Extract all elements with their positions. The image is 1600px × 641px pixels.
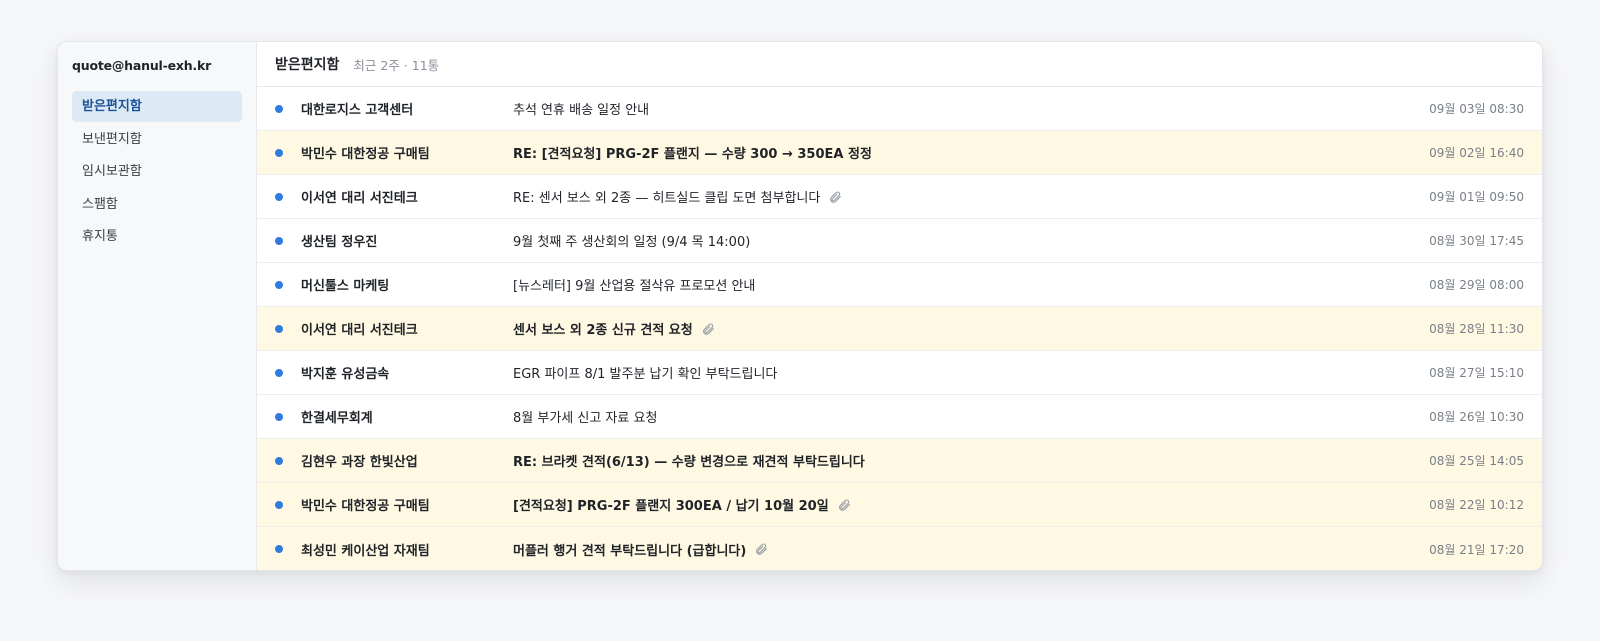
message-date: 09월 02일 16:40 [1429, 146, 1524, 160]
message-subject-text: RE: 브라켓 견적(6/13) — 수량 변경으로 재견적 부탁드립니다 [513, 455, 865, 470]
paperclip-icon [828, 190, 842, 204]
unread-dot-icon [275, 368, 283, 377]
message-subject: 8월 부가세 신고 자료 요청 [513, 407, 1404, 426]
message-date: 09월 01일 09:50 [1429, 190, 1524, 204]
message-subject: EGR 파이프 8/1 발주분 납기 확인 부탁드립니다 [513, 363, 1404, 382]
message-sender: 머신툴스 마케팅 [301, 279, 390, 294]
message-row[interactable]: 박민수 대한정공 구매팀 RE: [견적요청] PRG-2F 플랜지 — 수량 3… [257, 131, 1542, 175]
sidebar-folder-item[interactable]: 휴지통 [72, 221, 242, 252]
message-row[interactable]: 박지훈 유성금속 EGR 파이프 8/1 발주분 납기 확인 부탁드립니다 08월 … [257, 351, 1542, 395]
message-subject: [견적요청] PRG-2F 플랜지 300EA / 납기 10월 20일 [513, 495, 1404, 514]
message-date: 08월 21일 17:20 [1429, 542, 1524, 557]
message-date: 08월 28일 11:30 [1429, 322, 1524, 336]
message-sender: 박지훈 유성금속 [301, 367, 390, 382]
message-sender: 생산팀 정우진 [301, 235, 378, 250]
message-subject-text: EGR 파이프 8/1 발주분 납기 확인 부탁드립니다 [513, 367, 778, 382]
message-subject-text: RE: [견적요청] PRG-2F 플랜지 — 수량 300 → 350EA 정… [513, 147, 872, 162]
message-sender: 김현우 과장 한빛산업 [301, 455, 418, 470]
message-list-pane: 받은편지함 최근 2주 · 11통 대한로지스 고객센터 추석 연휴 배송 일정 … [257, 42, 1542, 570]
message-date: 08월 26일 10:30 [1429, 410, 1524, 424]
message-subject: RE: 센서 보스 외 2종 — 히트실드 클립 도면 첨부합니다 [513, 187, 1404, 206]
message-row[interactable]: 한결세무회계 8월 부가세 신고 자료 요청 08월 26일 10:30 [257, 395, 1542, 439]
message-row[interactable]: 이서연 대리 서진테크 RE: 센서 보스 외 2종 — 히트실드 클립 도면 첨… [257, 175, 1542, 219]
message-sender: 이서연 대리 서진테크 [301, 323, 418, 338]
unread-dot-icon [275, 280, 283, 289]
message-date: 09월 03일 08:30 [1429, 102, 1524, 116]
unread-dot-icon [275, 148, 283, 157]
sidebar-folder-item[interactable]: 스팸함 [72, 189, 242, 220]
unread-dot-icon [275, 236, 283, 245]
message-sender: 박민수 대한정공 구매팀 [301, 147, 430, 162]
paperclip-icon [754, 542, 768, 556]
message-subject-text: 추석 연휴 배송 일정 안내 [513, 103, 650, 118]
message-date: 08월 25일 14:05 [1429, 454, 1524, 468]
message-row[interactable]: 대한로지스 고객센터 추석 연휴 배송 일정 안내 09월 03일 08:30 [257, 87, 1542, 131]
unread-dot-icon [275, 500, 283, 509]
message-row[interactable]: 김현우 과장 한빛산업 RE: 브라켓 견적(6/13) — 수량 변경으로 재견… [257, 439, 1542, 483]
message-subject: 추석 연휴 배송 일정 안내 [513, 99, 1404, 118]
message-subject: 9월 첫째 주 생산회의 일정 (9/4 목 14:00) [513, 231, 1404, 250]
unread-dot-icon [275, 412, 283, 421]
message-subject-text: RE: 센서 보스 외 2종 — 히트실드 클립 도면 첨부합니다 [513, 191, 821, 206]
message-subject: 머플러 행거 견적 부탁드립니다 (급합니다) [513, 540, 1404, 559]
message-subject-text: 8월 부가세 신고 자료 요청 [513, 411, 658, 426]
message-subject-text: [뉴스레터] 9월 산업용 절삭유 프로모션 안내 [513, 279, 756, 294]
message-sender: 최성민 케이산업 자재팀 [301, 543, 430, 559]
message-date: 08월 27일 15:10 [1429, 366, 1524, 380]
unread-dot-icon [275, 192, 283, 201]
mail-window: quote@hanul-exh.kr 받은편지함 보낸편지함 임시보관함 스팸함 휴지통… [57, 41, 1543, 571]
message-sender: 박민수 대한정공 구매팀 [301, 499, 430, 514]
message-row[interactable]: 이서연 대리 서진테크 센서 보스 외 2종 신규 견적 요청 08월 28일 11… [257, 307, 1542, 351]
message-subject: 센서 보스 외 2종 신규 견적 요청 [513, 319, 1404, 338]
sidebar-folder-item[interactable]: 받은편지함 [72, 91, 242, 122]
message-subject-text: 센서 보스 외 2종 신규 견적 요청 [513, 323, 693, 338]
message-subject: RE: [견적요청] PRG-2F 플랜지 — 수량 300 → 350EA 정… [513, 143, 1404, 162]
message-row[interactable]: 박민수 대한정공 구매팀 [견적요청] PRG-2F 플랜지 300EA / 납기… [257, 483, 1542, 527]
sidebar: quote@hanul-exh.kr 받은편지함 보낸편지함 임시보관함 스팸함 휴지통 [58, 42, 257, 570]
folder-summary: 최근 2주 · 11통 [353, 57, 440, 73]
message-row[interactable]: 머신툴스 마케팅 [뉴스레터] 9월 산업용 절삭유 프로모션 안내 08월 29일… [257, 263, 1542, 307]
folder-list: 받은편지함 보낸편지함 임시보관함 스팸함 휴지통 [72, 91, 242, 252]
message-row[interactable]: 최성민 케이산업 자재팀 머플러 행거 견적 부탁드립니다 (급합니다) 08월 2… [257, 527, 1542, 570]
paperclip-icon [837, 498, 851, 512]
message-subject: [뉴스레터] 9월 산업용 절삭유 프로모션 안내 [513, 275, 1404, 294]
paperclip-icon [701, 322, 715, 336]
unread-dot-icon [275, 545, 283, 553]
sidebar-folder-item[interactable]: 보낸편지함 [72, 124, 242, 155]
message-subject-text: 9월 첫째 주 생산회의 일정 (9/4 목 14:00) [513, 235, 751, 250]
message-sender: 한결세무회계 [301, 411, 373, 426]
sidebar-folder-item[interactable]: 임시보관함 [72, 156, 242, 187]
message-sender: 대한로지스 고객센터 [301, 103, 414, 118]
message-subject-text: 머플러 행거 견적 부탁드립니다 (급합니다) [513, 543, 747, 559]
message-list: 대한로지스 고객센터 추석 연휴 배송 일정 안내 09월 03일 08:30 박민수… [257, 87, 1542, 570]
message-sender: 이서연 대리 서진테크 [301, 191, 418, 206]
message-date: 08월 22일 10:12 [1429, 498, 1524, 512]
list-header: 받은편지함 최근 2주 · 11통 [257, 42, 1542, 87]
unread-dot-icon [275, 104, 283, 113]
message-subject-text: [견적요청] PRG-2F 플랜지 300EA / 납기 10월 20일 [513, 499, 829, 514]
message-subject: RE: 브라켓 견적(6/13) — 수량 변경으로 재견적 부탁드립니다 [513, 451, 1404, 470]
message-date: 08월 30일 17:45 [1429, 234, 1524, 248]
message-row[interactable]: 생산팀 정우진 9월 첫째 주 생산회의 일정 (9/4 목 14:00) 08월 … [257, 219, 1542, 263]
unread-dot-icon [275, 456, 283, 465]
message-date: 08월 29일 08:00 [1429, 278, 1524, 292]
folder-title: 받은편지함 [275, 57, 340, 73]
account-email: quote@hanul-exh.kr [72, 58, 212, 73]
unread-dot-icon [275, 324, 283, 333]
